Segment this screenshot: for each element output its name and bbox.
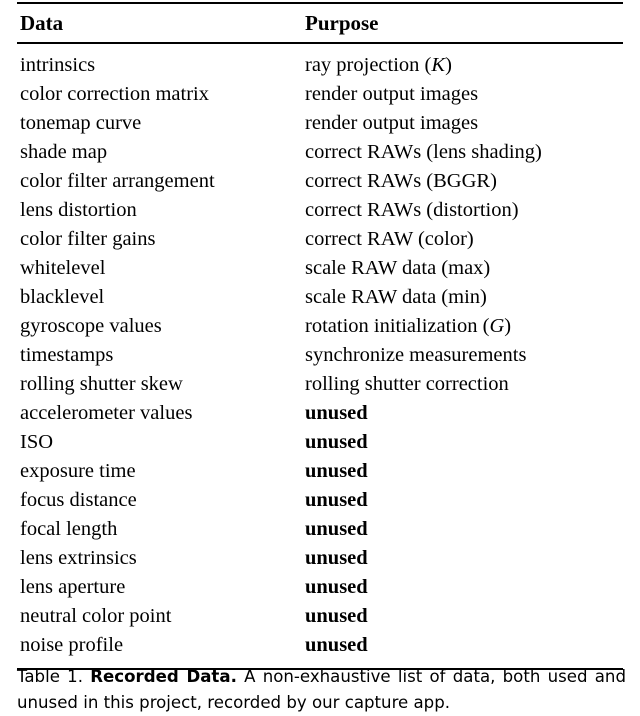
cell-purpose: unused (302, 631, 623, 668)
cell-purpose: scale RAW data (min) (305, 285, 487, 308)
cell-data: accelerometer values (20, 401, 193, 424)
cell-data: timestamps (20, 343, 114, 366)
cell-purpose: ray projection (K) (302, 44, 623, 80)
recorded-data-table: Data Purpose intrinsics ray projection (K… (17, 0, 623, 670)
cell-purpose: correct RAWs (BGGR) (305, 169, 497, 192)
cell-data: color correction matrix (20, 82, 209, 105)
table-body: intrinsics ray projection (K) color correc… (17, 44, 623, 668)
table-row: focal length unused (17, 515, 623, 544)
cell-data: focus distance (20, 488, 137, 511)
cell-data: gyroscope values (20, 314, 162, 337)
cell-data: color filter arrangement (20, 169, 215, 192)
table-header: Data Purpose (17, 4, 623, 42)
cell-purpose: unused (302, 486, 623, 515)
table-row: lens aperture unused (17, 573, 623, 602)
table-row: shade map correct RAWs (lens shading) (17, 138, 623, 167)
cell-purpose: unused (302, 515, 623, 544)
column-header-purpose: Purpose (305, 11, 379, 36)
cell-purpose: unused (302, 428, 623, 457)
caption-title: Recorded Data. (90, 667, 237, 686)
cell-data: lens extrinsics (20, 546, 137, 569)
purpose-text-tail: ) (445, 53, 452, 76)
cell-purpose: rolling shutter correction (305, 372, 509, 395)
cell-purpose: unused (302, 457, 623, 486)
purpose-text: ray projection ( (305, 53, 432, 76)
table-row: ISO unused (17, 428, 623, 457)
unused-label: unused (305, 488, 368, 511)
unused-label: unused (305, 633, 368, 656)
cell-data: shade map (20, 140, 108, 163)
cell-data: blacklevel (20, 285, 105, 308)
cell-purpose: scale RAW data (max) (305, 256, 491, 279)
table-row: accelerometer values unused (17, 399, 623, 428)
table-row: color filter gains correct RAW (color) (17, 225, 623, 254)
cell-data: tonemap curve (20, 111, 142, 134)
cell-data: exposure time (20, 459, 136, 482)
table-row: gyroscope values rotation initialization … (17, 312, 623, 341)
cell-purpose: unused (302, 544, 623, 573)
table-row: timestamps synchronize measurements (17, 341, 623, 370)
unused-label: unused (305, 546, 368, 569)
table-row: tonemap curve render output images (17, 109, 623, 138)
cell-data: focal length (20, 517, 118, 540)
cell-data: noise profile (20, 633, 124, 656)
column-header-data: Data (20, 11, 64, 36)
cell-data: ISO (20, 430, 54, 453)
table-row: lens distortion correct RAWs (distortion) (17, 196, 623, 225)
cell-data: rolling shutter skew (20, 372, 183, 395)
table-row: intrinsics ray projection (K) (17, 44, 623, 80)
purpose-text-tail: ) (504, 314, 512, 337)
cell-purpose: unused (302, 399, 623, 428)
unused-label: unused (305, 575, 368, 598)
unused-label: unused (305, 430, 368, 453)
table-figure: Data Purpose intrinsics ray projection (K… (0, 0, 640, 716)
table-row: color correction matrix render output ima… (17, 80, 623, 109)
table-row: whitelevel scale RAW data (max) (17, 254, 623, 283)
table-header-row: Data Purpose (17, 4, 623, 42)
cell-purpose: rotation initialization (G) (302, 312, 623, 341)
unused-label: unused (305, 517, 368, 540)
table-row: focus distance unused (17, 486, 623, 515)
cell-data: lens aperture (20, 575, 126, 598)
cell-purpose: render output images (305, 111, 479, 134)
cell-purpose: synchronize measurements (305, 343, 527, 366)
cell-data: lens distortion (20, 198, 137, 221)
cell-purpose: unused (302, 573, 623, 602)
unused-label: unused (305, 459, 368, 482)
table-row: rolling shutter skew rolling shutter corr… (17, 370, 623, 399)
table-row: lens extrinsics unused (17, 544, 623, 573)
cell-data: neutral color point (20, 604, 172, 627)
cell-purpose: correct RAWs (lens shading) (305, 140, 542, 163)
purpose-text: rotation initialization ( (305, 314, 490, 337)
table-row: exposure time unused (17, 457, 623, 486)
table-row: noise profile unused (17, 631, 623, 668)
cell-data: color filter gains (20, 227, 156, 250)
caption-label: Table 1. (17, 667, 83, 686)
cell-purpose: render output images (305, 82, 479, 105)
cell-purpose: correct RAW (color) (305, 227, 474, 250)
unused-label: unused (305, 604, 368, 627)
table-row: neutral color point unused (17, 602, 623, 631)
cell-purpose: unused (302, 602, 623, 631)
table-row: blacklevel scale RAW data (min) (17, 283, 623, 312)
data-purpose-table: Data Purpose (17, 4, 623, 42)
math-variable: G (489, 314, 505, 337)
cell-purpose: correct RAWs (distortion) (305, 198, 519, 221)
unused-label: unused (305, 401, 368, 424)
cell-data: whitelevel (20, 256, 106, 279)
data-purpose-table-body: intrinsics ray projection (K) color correc… (17, 44, 623, 668)
table-row: color filter arrangement correct RAWs (BG… (17, 167, 623, 196)
cell-data: intrinsics (20, 53, 96, 76)
math-variable: K (431, 53, 446, 76)
table-caption: Table 1. Recorded Data. A non-exhaustive… (17, 664, 626, 715)
